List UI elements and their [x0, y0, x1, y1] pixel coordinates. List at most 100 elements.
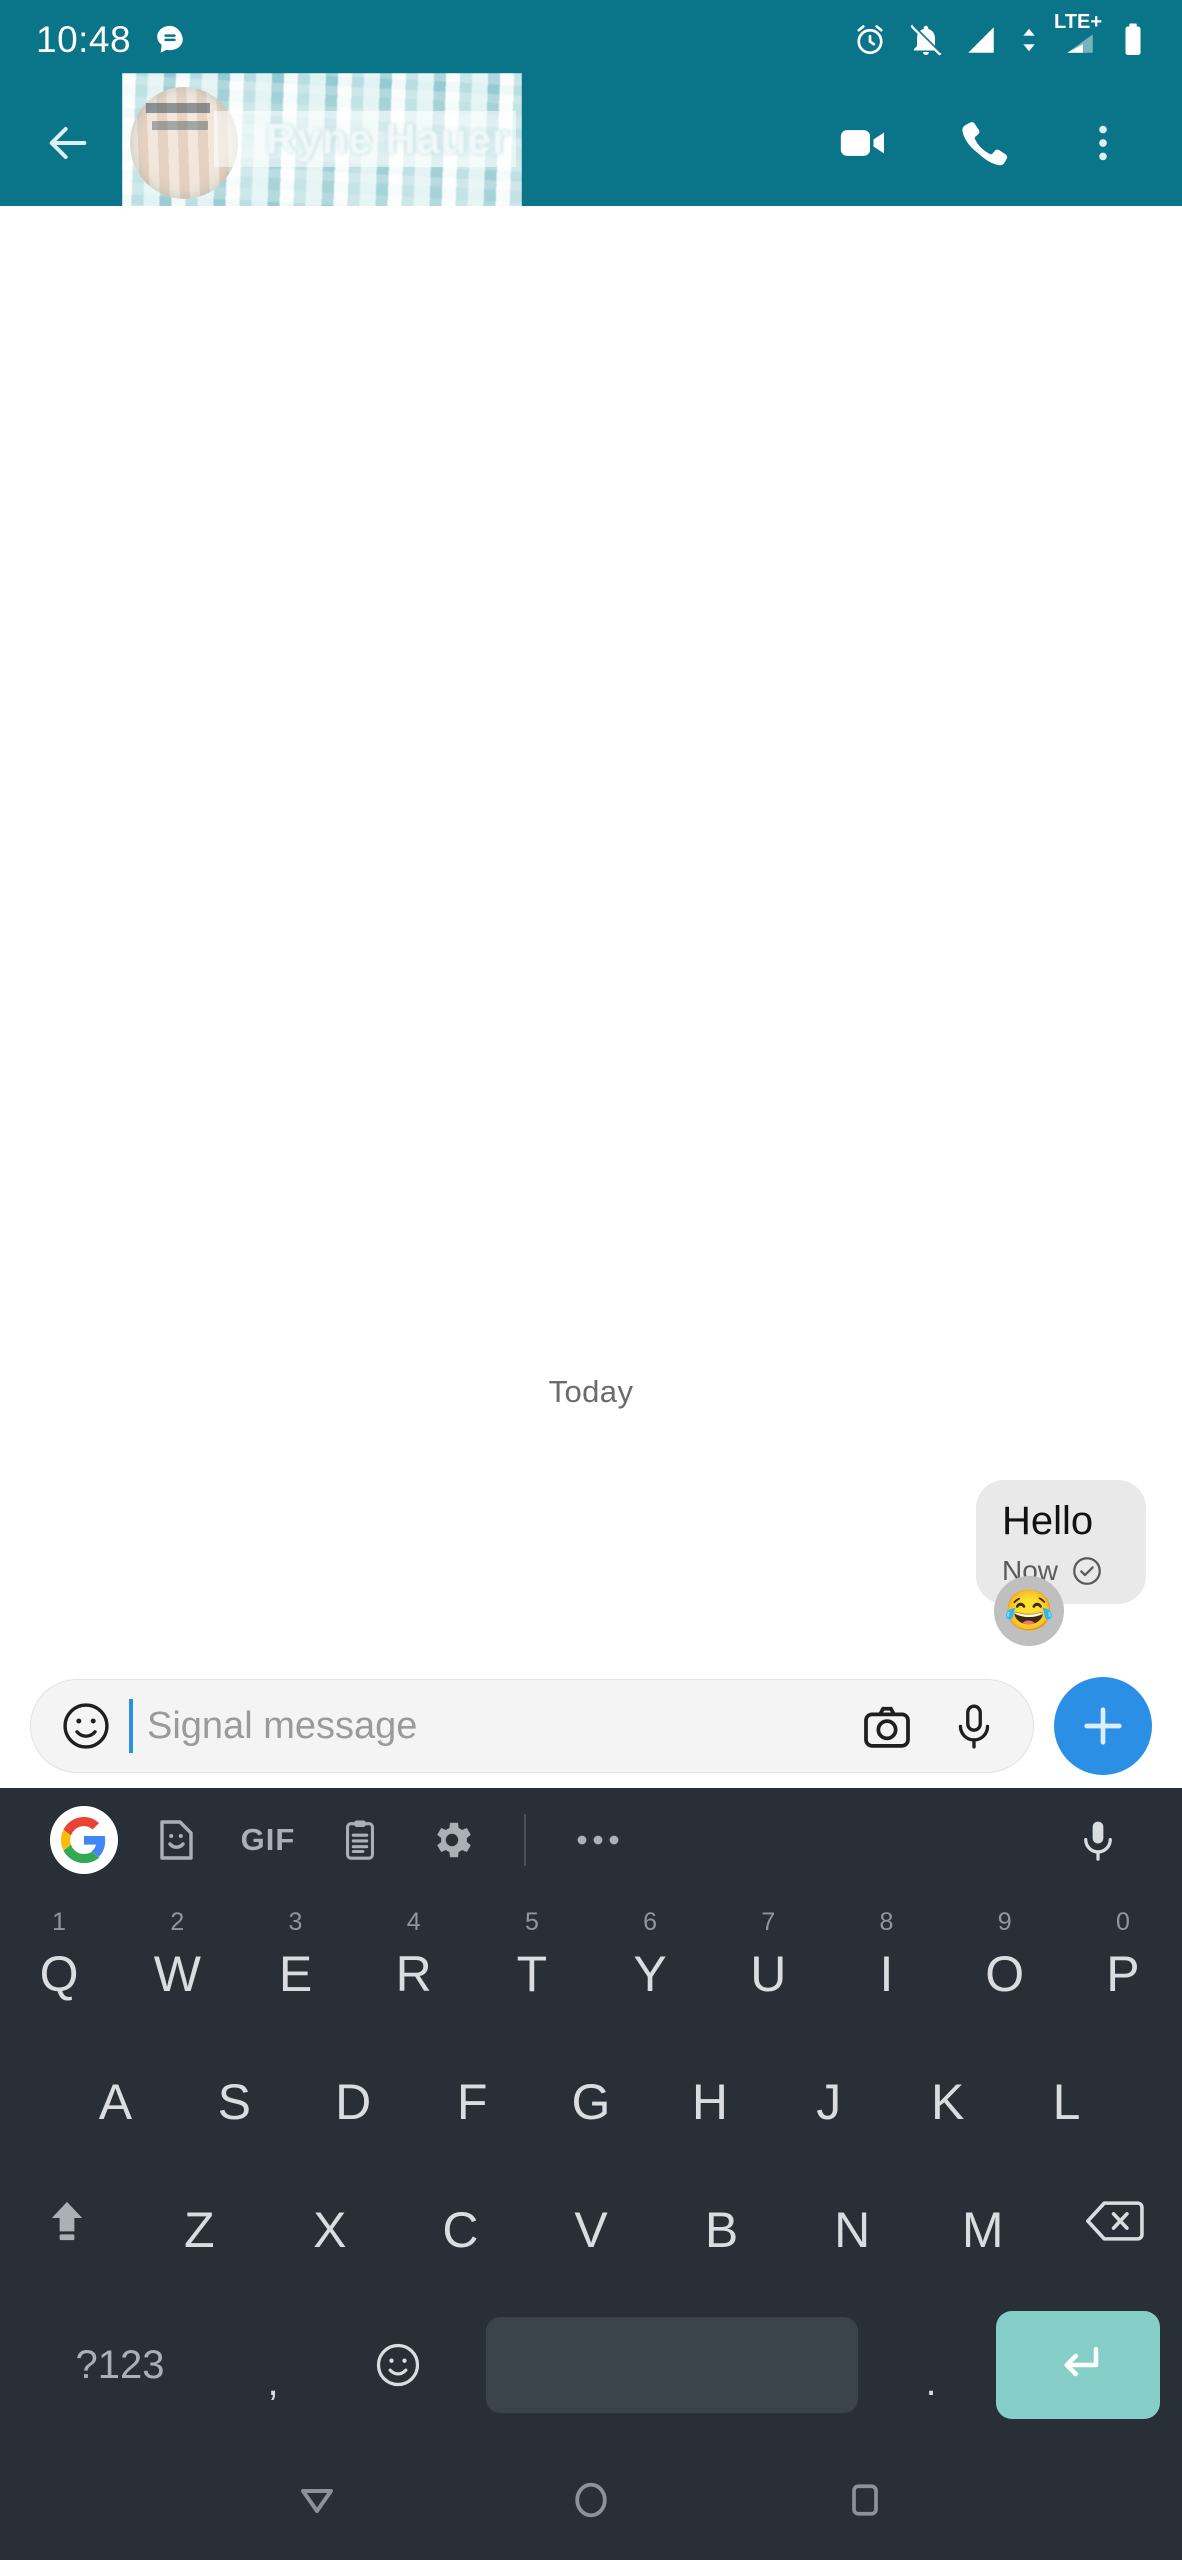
voice-call-button[interactable]: [946, 106, 1020, 180]
data-transfer-icon: [1018, 23, 1040, 57]
emoji-smiley-icon[interactable]: [57, 1697, 115, 1755]
message-bubble[interactable]: Hello Now 😂: [976, 1480, 1146, 1646]
key-q[interactable]: 1 Q: [0, 1906, 118, 2024]
more-horizontal-icon[interactable]: [552, 1794, 644, 1886]
key-number-hint: 4: [406, 1908, 421, 1936]
key-m[interactable]: M: [917, 2162, 1048, 2280]
key-s[interactable]: S: [175, 2034, 294, 2152]
key-g[interactable]: G: [532, 2034, 651, 2152]
space-key[interactable]: [486, 2317, 858, 2413]
contact-header[interactable]: Ryne Hauer: [122, 73, 522, 213]
contact-name-plate: Ryne Hauer: [214, 111, 516, 167]
keyboard-row-2: A S D F G H J K L: [0, 2034, 1182, 2162]
key-label: Z: [184, 2202, 215, 2258]
enter-key[interactable]: [996, 2311, 1160, 2419]
message-reaction-badge[interactable]: 😂: [994, 1576, 1064, 1646]
key-label: H: [691, 2074, 728, 2130]
key-label: T: [516, 1946, 548, 2002]
key-x[interactable]: X: [265, 2162, 396, 2280]
key-label: N: [834, 2202, 871, 2258]
key-p[interactable]: 0 P: [1064, 1906, 1182, 2024]
symbols-key[interactable]: ?123: [22, 2307, 218, 2423]
key-label: R: [395, 1946, 432, 2002]
camera-icon[interactable]: [859, 1698, 915, 1754]
keyboard-row-1: 1 Q 2 W 3 E 4 R 5 T 6 Y 7 U 8 I 9 O 0 P: [0, 1906, 1182, 2034]
text-cursor: [129, 1699, 133, 1753]
key-number-hint: 2: [170, 1908, 185, 1936]
key-label: M: [961, 2202, 1004, 2258]
bell-muted-icon: [908, 22, 944, 58]
settings-gear-icon[interactable]: [406, 1794, 498, 1886]
contact-name: Ryne Hauer: [266, 115, 510, 162]
key-b[interactable]: B: [656, 2162, 787, 2280]
key-e[interactable]: 3 E: [236, 1906, 354, 2024]
key-w[interactable]: 2 W: [118, 1906, 236, 2024]
key-y[interactable]: 6 Y: [591, 1906, 709, 2024]
key-d[interactable]: D: [294, 2034, 413, 2152]
key-label: G: [571, 2074, 611, 2130]
android-navigation-bar: [0, 2440, 1182, 2560]
nav-home-circle-icon[interactable]: [546, 2455, 636, 2545]
compose-bar: Signal message: [0, 1664, 1182, 1788]
key-label: Y: [633, 1946, 667, 2002]
video-call-button[interactable]: [826, 106, 900, 180]
message-row-outgoing[interactable]: Hello Now 😂: [0, 1480, 1182, 1646]
key-r[interactable]: 4 R: [355, 1906, 473, 2024]
key-o[interactable]: 9 O: [946, 1906, 1064, 2024]
overflow-menu-button[interactable]: [1066, 106, 1140, 180]
nav-back-triangle-icon[interactable]: [272, 2455, 362, 2545]
key-u[interactable]: 7 U: [709, 1906, 827, 2024]
key-label: L: [1052, 2074, 1081, 2130]
key-k[interactable]: K: [888, 2034, 1007, 2152]
message-input-placeholder[interactable]: Signal message: [147, 1705, 845, 1748]
keyboard-row-4: ?123 , .: [0, 2290, 1182, 2440]
nav-recents-square-icon[interactable]: [820, 2455, 910, 2545]
google-logo-icon[interactable]: [38, 1794, 130, 1886]
network-type-indicator: LTE+: [1054, 11, 1102, 57]
key-f[interactable]: F: [413, 2034, 532, 2152]
key-label: K: [931, 2074, 965, 2130]
key-t[interactable]: 5 T: [473, 1906, 591, 2024]
microphone-icon[interactable]: [949, 1698, 999, 1754]
message-list[interactable]: Today Hello Now 😂: [0, 206, 1182, 1664]
sticker-icon[interactable]: [130, 1794, 222, 1886]
keyboard-toolbar: GIF: [0, 1788, 1182, 1892]
key-label: W: [153, 1946, 201, 2002]
key-z[interactable]: Z: [134, 2162, 265, 2280]
message-text: Hello: [1002, 1499, 1094, 1543]
key-n[interactable]: N: [787, 2162, 918, 2280]
key-i[interactable]: 8 I: [827, 1906, 945, 2024]
key-number-hint: 7: [761, 1908, 776, 1936]
key-label: S: [217, 2074, 252, 2130]
key-number-hint: 9: [997, 1908, 1012, 1936]
key-label: I: [879, 1946, 894, 2002]
back-button[interactable]: [30, 105, 106, 181]
key-v[interactable]: V: [526, 2162, 657, 2280]
shift-key[interactable]: [0, 2162, 134, 2280]
message-input-container[interactable]: Signal message: [30, 1679, 1034, 1773]
backspace-key[interactable]: [1048, 2162, 1182, 2280]
network-type-label: LTE+: [1054, 11, 1102, 33]
period-key[interactable]: .: [876, 2307, 986, 2423]
alarm-clock-icon: [852, 22, 888, 58]
key-l[interactable]: L: [1007, 2034, 1126, 2152]
keyboard-voice-input-icon[interactable]: [1052, 1794, 1144, 1886]
key-c[interactable]: C: [395, 2162, 526, 2280]
key-label: B: [704, 2202, 739, 2258]
keyboard-row-3: Z X C V B N M: [0, 2162, 1182, 2290]
keyboard-emoji-key[interactable]: [328, 2307, 468, 2423]
key-label: A: [98, 2074, 133, 2130]
clipboard-icon[interactable]: [314, 1794, 406, 1886]
comma-key[interactable]: ,: [218, 2307, 328, 2423]
key-label: J: [816, 2074, 842, 2130]
gif-icon[interactable]: GIF: [222, 1794, 314, 1886]
on-screen-keyboard[interactable]: G I F 1 Q 2 W 3 E 4 R 5 T 6 Y 7 U 8 I 9 O …: [0, 1788, 1182, 2440]
key-j[interactable]: J: [769, 2034, 888, 2152]
keyboard-keys[interactable]: 1 Q 2 W 3 E 4 R 5 T 6 Y 7 U 8 I 9 O 0 P …: [0, 1892, 1182, 2440]
message-notification-icon: [153, 23, 187, 57]
key-a[interactable]: A: [56, 2034, 175, 2152]
attachment-add-button[interactable]: [1054, 1677, 1152, 1775]
key-label: X: [313, 2202, 347, 2258]
message-block: Hello Now 😂: [0, 1480, 1182, 1658]
key-h[interactable]: H: [650, 2034, 769, 2152]
